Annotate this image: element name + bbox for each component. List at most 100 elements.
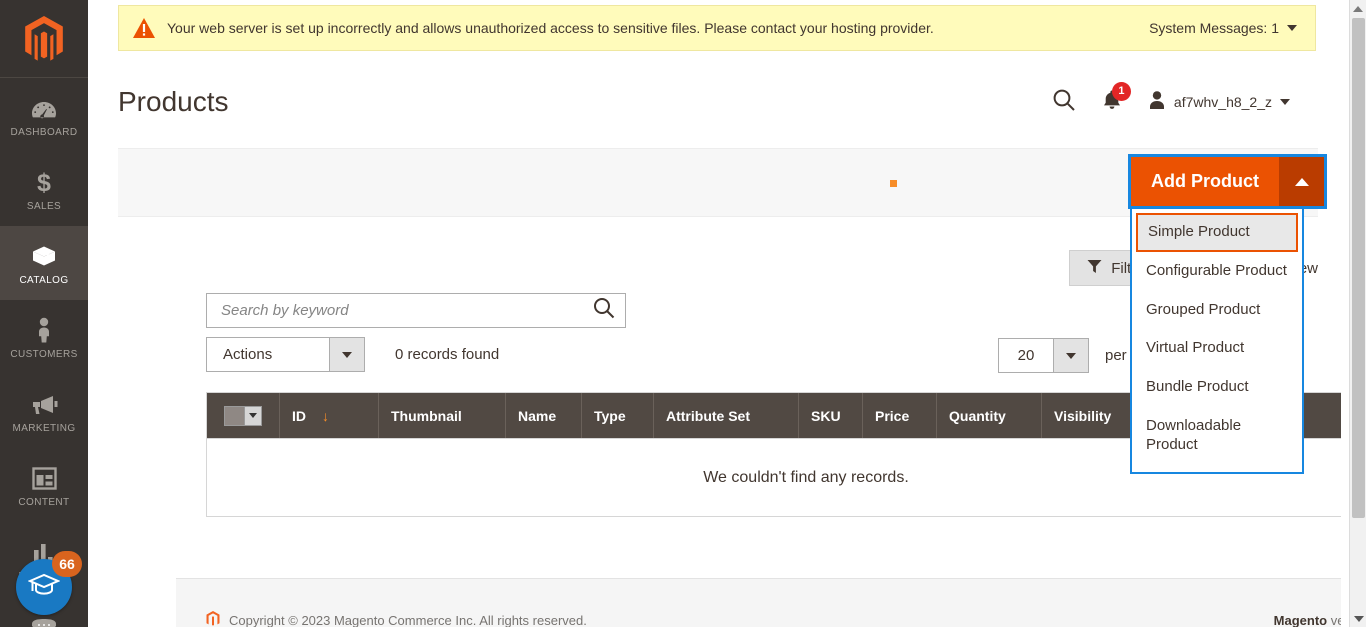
sidebar-item-marketing[interactable]: MARKETING bbox=[0, 374, 88, 448]
select-all-column[interactable] bbox=[207, 393, 280, 438]
notifications-button[interactable]: 1 bbox=[1102, 81, 1131, 116]
chevron-down-icon bbox=[1353, 615, 1364, 622]
loading-indicator bbox=[890, 180, 897, 187]
main-content: Your web server is set up incorrectly an… bbox=[88, 0, 1341, 627]
menu-item-simple-product[interactable]: Simple Product bbox=[1136, 213, 1298, 252]
chevron-down-icon bbox=[1066, 352, 1076, 359]
add-product-split-button: Add Product Simple Product Configurable … bbox=[1128, 154, 1327, 475]
actions-select-label: Actions bbox=[223, 346, 273, 363]
magento-footer-icon bbox=[206, 611, 220, 627]
column-label: Price bbox=[875, 407, 910, 424]
copyright-text: Copyright © 2023 Magento Commerce Inc. A… bbox=[229, 613, 587, 627]
sidebar-item-label: SALES bbox=[26, 200, 62, 212]
user-name-label: af7whv_h8_2_z bbox=[1173, 94, 1272, 110]
column-header-thumbnail[interactable]: Thumbnail bbox=[379, 393, 506, 438]
grid-actions-row: Actions 0 records found bbox=[206, 337, 499, 372]
svg-text:$: $ bbox=[37, 169, 51, 195]
add-product-toggle-button[interactable] bbox=[1279, 157, 1324, 206]
column-header-visibility[interactable]: Visibility bbox=[1042, 393, 1140, 438]
search-icon[interactable] bbox=[593, 297, 615, 324]
column-header-name[interactable]: Name bbox=[506, 393, 582, 438]
sidebar-item-dashboard[interactable]: DASHBOARD bbox=[0, 78, 88, 152]
column-label: ID bbox=[292, 407, 306, 424]
column-header-sku[interactable]: SKU bbox=[799, 393, 863, 438]
menu-item-configurable-product[interactable]: Configurable Product bbox=[1132, 252, 1302, 291]
menu-item-bundle-product[interactable]: Bundle Product bbox=[1132, 368, 1302, 407]
search-box[interactable] bbox=[206, 293, 626, 328]
admin-sidebar: DASHBOARD $ SALES CATALOG CUSTOMERS MARK… bbox=[0, 0, 88, 627]
scrollbar-up-button[interactable] bbox=[1350, 0, 1366, 17]
column-label: Quantity bbox=[949, 407, 1006, 424]
admin-page-root: DASHBOARD $ SALES CATALOG CUSTOMERS MARK… bbox=[0, 0, 1366, 627]
sidebar-item-label: CONTENT bbox=[18, 496, 70, 508]
tour-badge-count: 66 bbox=[52, 551, 82, 577]
column-header-quantity[interactable]: Quantity bbox=[937, 393, 1042, 438]
funnel-icon bbox=[1087, 259, 1102, 278]
sidebar-item-sales[interactable]: $ SALES bbox=[0, 152, 88, 226]
sidebar-item-label: CUSTOMERS bbox=[10, 348, 78, 360]
empty-records-message: We couldn't find any records. bbox=[703, 468, 909, 486]
actions-select[interactable]: Actions bbox=[206, 337, 365, 372]
column-header-price[interactable]: Price bbox=[863, 393, 937, 438]
scrollbar-thumb[interactable] bbox=[1352, 18, 1365, 518]
column-header-attribute-set[interactable]: Attribute Set bbox=[654, 393, 799, 438]
menu-item-downloadable-product[interactable]: Downloadable Product bbox=[1132, 407, 1302, 465]
menu-item-grouped-product[interactable]: Grouped Product bbox=[1132, 291, 1302, 330]
dashboard-icon bbox=[31, 93, 57, 121]
sidebar-item-catalog[interactable]: CATALOG bbox=[0, 226, 88, 300]
chevron-down-icon bbox=[1280, 99, 1290, 105]
system-message-text: Your web server is set up incorrectly an… bbox=[167, 20, 934, 36]
system-message-banner: Your web server is set up incorrectly an… bbox=[118, 5, 1316, 51]
chevron-down-icon bbox=[342, 351, 352, 358]
column-label: Visibility bbox=[1054, 407, 1112, 424]
actions-select-arrow[interactable] bbox=[329, 338, 364, 371]
sidebar-item-label: CATALOG bbox=[19, 274, 69, 286]
admin-tour-button[interactable]: 66 bbox=[16, 551, 82, 615]
marketing-megaphone-icon bbox=[30, 389, 58, 417]
sidebar-item-label: DASHBOARD bbox=[10, 126, 78, 138]
sidebar-item-content[interactable]: CONTENT bbox=[0, 448, 88, 522]
system-messages-count-label: System Messages: 1 bbox=[1149, 20, 1279, 36]
add-product-menu: Simple Product Configurable Product Grou… bbox=[1130, 207, 1304, 475]
per-page-value: 20 bbox=[1017, 347, 1035, 364]
search-input[interactable] bbox=[219, 301, 593, 320]
menu-item-virtual-product[interactable]: Virtual Product bbox=[1132, 329, 1302, 368]
column-label: Name bbox=[518, 407, 557, 424]
version-number: ver. 2.4.5-p1 bbox=[1330, 613, 1341, 627]
content-layout-icon bbox=[31, 463, 57, 491]
per-page-select[interactable]: 20 bbox=[998, 338, 1089, 373]
column-label: Type bbox=[594, 407, 626, 424]
graduation-cap-icon bbox=[27, 571, 61, 604]
sort-descending-arrow: ↓ bbox=[322, 407, 329, 424]
page-header: Products 1 af7whv_h8_2_z bbox=[88, 51, 1341, 125]
add-product-button[interactable]: Add Product bbox=[1131, 157, 1279, 206]
chevron-down-icon bbox=[1287, 25, 1297, 31]
search-icon[interactable] bbox=[1052, 88, 1076, 117]
sidebar-item-customers[interactable]: CUSTOMERS bbox=[0, 300, 88, 374]
notifications-count-badge: 1 bbox=[1111, 81, 1131, 101]
column-label: SKU bbox=[811, 407, 841, 424]
system-messages-toggle[interactable]: System Messages: 1 bbox=[1149, 20, 1297, 36]
user-menu[interactable]: af7whv_h8_2_z bbox=[1148, 90, 1290, 115]
per-page-select-arrow[interactable] bbox=[1053, 339, 1088, 372]
records-found-label: 0 records found bbox=[395, 346, 500, 363]
scrollbar-down-button[interactable] bbox=[1350, 610, 1366, 627]
version-brand: Magento bbox=[1273, 613, 1328, 627]
catalog-box-icon bbox=[30, 241, 58, 269]
browser-scrollbar[interactable] bbox=[1349, 0, 1366, 627]
column-header-id[interactable]: ID ↓ bbox=[280, 393, 379, 438]
column-label: Attribute Set bbox=[666, 407, 750, 424]
page-title: Products bbox=[118, 86, 229, 117]
user-avatar-icon bbox=[1148, 90, 1166, 115]
add-product-button-row: Add Product bbox=[1128, 154, 1327, 209]
chevron-up-icon bbox=[1353, 5, 1363, 12]
sidebar-item-label: MARKETING bbox=[12, 422, 76, 434]
checkbox-dropdown-icon[interactable] bbox=[224, 405, 262, 426]
magento-logo-link[interactable] bbox=[0, 0, 88, 78]
keyword-search bbox=[206, 293, 626, 328]
column-header-type[interactable]: Type bbox=[582, 393, 654, 438]
chevron-up-icon bbox=[1294, 177, 1309, 186]
page-footer: Copyright © 2023 Magento Commerce Inc. A… bbox=[176, 579, 1341, 627]
footer-version: Magento ver. 2.4.5-p1 bbox=[1274, 613, 1341, 627]
column-label: Thumbnail bbox=[391, 407, 462, 424]
